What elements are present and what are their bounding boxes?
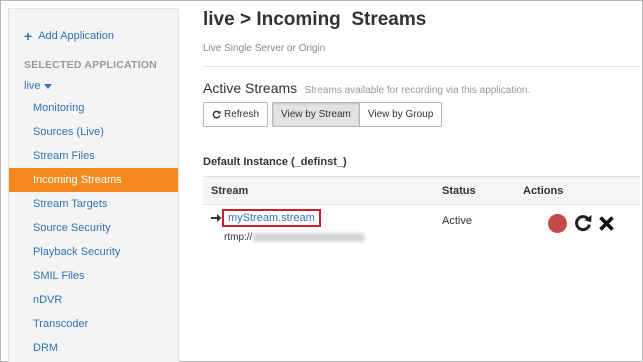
sidebar-item-ndvr[interactable]: nDVR — [9, 288, 178, 312]
toolbar: Refresh View by Stream View by Group — [203, 102, 443, 127]
application-name: live — [24, 80, 41, 92]
redacted-address — [253, 232, 366, 242]
column-header-status: Status — [442, 185, 476, 197]
divider — [203, 66, 640, 67]
add-application-link[interactable]: + Add Application — [24, 27, 115, 44]
sidebar-item-transcoder[interactable]: Transcoder — [9, 312, 178, 336]
application-selector[interactable]: live — [24, 80, 52, 92]
stream-source-url: rtmp:// — [224, 232, 366, 243]
caret-down-icon — [43, 83, 52, 89]
view-by-stream-button[interactable]: View by Stream — [272, 102, 360, 127]
sidebar-item-smil-files[interactable]: SMIL Files — [9, 264, 178, 288]
refresh-icon — [212, 110, 221, 119]
plus-icon: + — [24, 27, 33, 44]
refresh-button[interactable]: Refresh — [203, 102, 269, 127]
selected-application-header: SELECTED APPLICATION — [24, 59, 157, 71]
sidebar-item-incoming-streams[interactable]: Incoming Streams — [9, 168, 178, 192]
active-streams-header: Active Streams Streams available for rec… — [203, 80, 530, 98]
stream-source-prefix: rtmp:// — [224, 232, 253, 243]
table-header: Stream Status Actions — [203, 176, 640, 205]
refresh-label: Refresh — [224, 109, 260, 120]
column-header-actions: Actions — [523, 185, 564, 197]
page-title: live > Incoming Streams — [203, 9, 427, 30]
view-by-group-button[interactable]: View by Group — [359, 102, 443, 127]
sidebar-nav: Monitoring Sources (Live) Stream Files I… — [9, 96, 178, 360]
active-streams-heading: Active Streams — [203, 80, 298, 96]
sidebar-item-playback-security[interactable]: Playback Security — [9, 240, 178, 264]
sidebar-item-monitoring[interactable]: Monitoring — [9, 96, 178, 120]
active-streams-description: Streams available for recording via this… — [304, 85, 531, 96]
instance-title: Default Instance (_definst_) — [203, 156, 347, 168]
sidebar-item-stream-targets[interactable]: Stream Targets — [9, 192, 178, 216]
sidebar: + Add Application SELECTED APPLICATION l… — [8, 8, 179, 362]
arrow-right-icon — [211, 214, 222, 222]
sidebar-item-drm[interactable]: DRM — [9, 336, 178, 360]
column-header-stream: Stream — [211, 185, 249, 197]
record-icon[interactable] — [548, 214, 567, 233]
reset-icon[interactable] — [573, 213, 593, 233]
view-by-stream-label: View by Stream — [281, 109, 351, 120]
page-subtitle: Live Single Server or Origin — [203, 43, 326, 54]
sidebar-item-source-security[interactable]: Source Security — [9, 216, 178, 240]
sidebar-item-stream-files[interactable]: Stream Files — [9, 144, 178, 168]
stream-status: Active — [442, 215, 472, 227]
add-application-label: Add Application — [38, 30, 115, 42]
sidebar-item-sources-live[interactable]: Sources (Live) — [9, 120, 178, 144]
close-icon[interactable] — [598, 215, 615, 232]
stream-name-link[interactable]: myStream.stream — [222, 209, 321, 227]
view-by-group-label: View by Group — [367, 109, 434, 120]
